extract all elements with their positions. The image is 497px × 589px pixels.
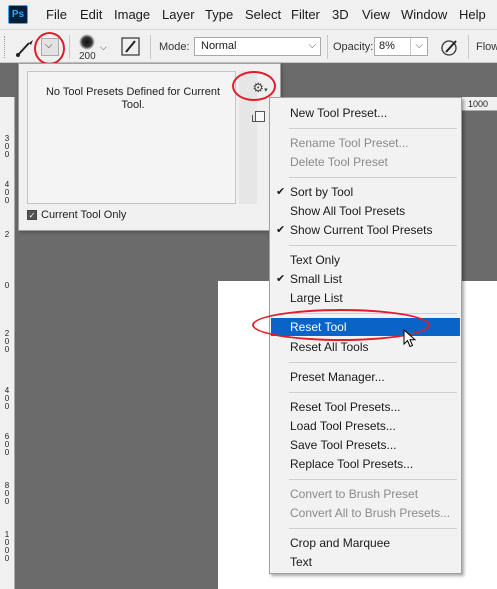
menu-item-reset-all-tools[interactable]: Reset All Tools [271,338,460,356]
mode-label: Mode: [159,41,190,53]
menu-item-rename-tool-preset[interactable]: Rename Tool Preset... [271,134,460,152]
menu-separator [289,128,457,129]
separator [69,35,70,59]
chevron-down-icon[interactable]: ⌵ [100,42,107,53]
menu-item-new-tool-preset[interactable]: New Tool Preset... [271,104,460,122]
check-icon: ✔ [276,273,286,285]
ruler-label: 8 0 0 [4,481,10,506]
menu-item-text-only[interactable]: Text Only [271,251,460,269]
tool-preset-picker-button[interactable]: ⌵ [41,38,59,56]
menu-type[interactable]: Type [205,7,233,22]
brush-tool-icon[interactable] [14,38,36,58]
menu-separator [289,392,457,393]
opacity-value: 8% [379,40,395,52]
current-tool-only-checkbox[interactable]: ✓ [27,210,37,220]
chevron-down-icon: ▾ [264,87,268,94]
menu-separator [289,479,457,480]
tool-presets-list[interactable]: No Tool Presets Defined for Current Tool… [27,71,236,204]
menu-bar: Ps File Edit Image Layer Type Select Fil… [0,0,497,30]
new-preset-icon[interactable] [252,111,265,122]
ruler-label: 0 [4,281,10,290]
menu-item-crop-and-marquee[interactable]: Crop and Marquee [271,534,460,552]
menu-3d[interactable]: 3D [332,7,349,22]
menu-separator [289,177,457,178]
flow-label: Flow [476,41,497,53]
ruler-label: 1000 [468,99,489,109]
menu-item-small-list[interactable]: ✔ Small List [271,270,460,288]
check-icon: ✔ [276,224,286,236]
presets-context-menu: New Tool Preset... Rename Tool Preset...… [269,97,462,574]
blend-mode-select[interactable]: Normal ⌵ [194,37,321,56]
menu-item-large-list[interactable]: Large List [271,289,460,307]
menu-window[interactable]: Window [401,7,447,22]
chevron-down-icon: ⌵ [415,40,423,51]
menu-layer[interactable]: Layer [162,7,195,22]
vertical-ruler: 3 0 0 4 0 0 2 0 2 0 0 4 0 0 6 0 0 8 0 0 … [0,97,15,589]
tool-presets-panel: No Tool Presets Defined for Current Tool… [18,63,281,231]
blend-mode-value: Normal [201,40,237,52]
separator [410,38,411,55]
menu-separator [289,313,457,314]
separator [468,35,469,59]
menu-help[interactable]: Help [459,7,486,22]
menu-item-load-tool-presets[interactable]: Load Tool Presets... [271,417,460,435]
separator [150,35,151,59]
menu-item-show-current-tool-presets[interactable]: ✔ Show Current Tool Presets [271,221,460,239]
ruler-label: 2 0 0 [4,329,10,354]
menu-filter[interactable]: Filter [291,7,320,22]
menu-item-save-tool-presets[interactable]: Save Tool Presets... [271,436,460,454]
menu-item-preset-manager[interactable]: Preset Manager... [271,368,460,386]
menu-item-convert-all-to-brush-presets[interactable]: Convert All to Brush Presets... [271,504,460,522]
ruler-label: 3 0 0 [4,134,10,159]
chevron-down-icon: ⌵ [45,40,53,51]
photoshop-logo: Ps [8,5,28,24]
opacity-label: Opacity: [333,41,374,53]
menu-separator [289,362,457,363]
options-bar: ⌵ 200 ⌵ Mode: Normal ⌵ Opacity: 8% ⌵ Flo… [0,30,497,65]
menu-separator [289,245,457,246]
menu-item-replace-tool-presets[interactable]: Replace Tool Presets... [271,455,460,473]
menu-edit[interactable]: Edit [80,7,102,22]
options-bar-grip[interactable] [4,36,7,58]
brush-size-value: 200 [79,51,96,62]
menu-item-delete-tool-preset[interactable]: Delete Tool Preset [271,153,460,171]
ruler-label: 1 0 0 0 [4,530,10,563]
pressure-opacity-icon[interactable] [440,38,460,58]
menu-item-sort-by-tool[interactable]: ✔ Sort by Tool [271,183,460,201]
chevron-down-icon: ⌵ [308,40,316,51]
menu-view[interactable]: View [362,7,390,22]
menu-item-reset-tool[interactable]: Reset Tool [271,318,460,336]
menu-file[interactable]: File [46,7,67,22]
empty-presets-message: No Tool Presets Defined for Current Tool… [45,86,221,111]
brush-preview-icon[interactable] [77,32,97,52]
menu-image[interactable]: Image [114,7,150,22]
gear-icon[interactable]: ⚙▾ [252,80,268,96]
menu-item-convert-to-brush-preset[interactable]: Convert to Brush Preset [271,485,460,503]
menu-separator [289,528,457,529]
ruler-label: 6 0 0 [4,432,10,457]
menu-item-reset-tool-presets[interactable]: Reset Tool Presets... [271,398,460,416]
ruler-label: 4 0 0 [4,386,10,411]
mouse-cursor-icon [403,329,417,348]
ruler-label: 2 [4,230,10,239]
brush-panel-icon[interactable] [121,37,141,57]
opacity-field[interactable]: 8% ⌵ [374,37,428,56]
menu-item-text[interactable]: Text [271,553,460,571]
check-icon: ✔ [276,186,286,198]
ruler-label: 4 0 0 [4,180,10,205]
current-tool-only-label: Current Tool Only [41,209,127,221]
separator [327,35,328,59]
menu-item-show-all-tool-presets[interactable]: Show All Tool Presets [271,202,460,220]
menu-select[interactable]: Select [245,7,281,22]
